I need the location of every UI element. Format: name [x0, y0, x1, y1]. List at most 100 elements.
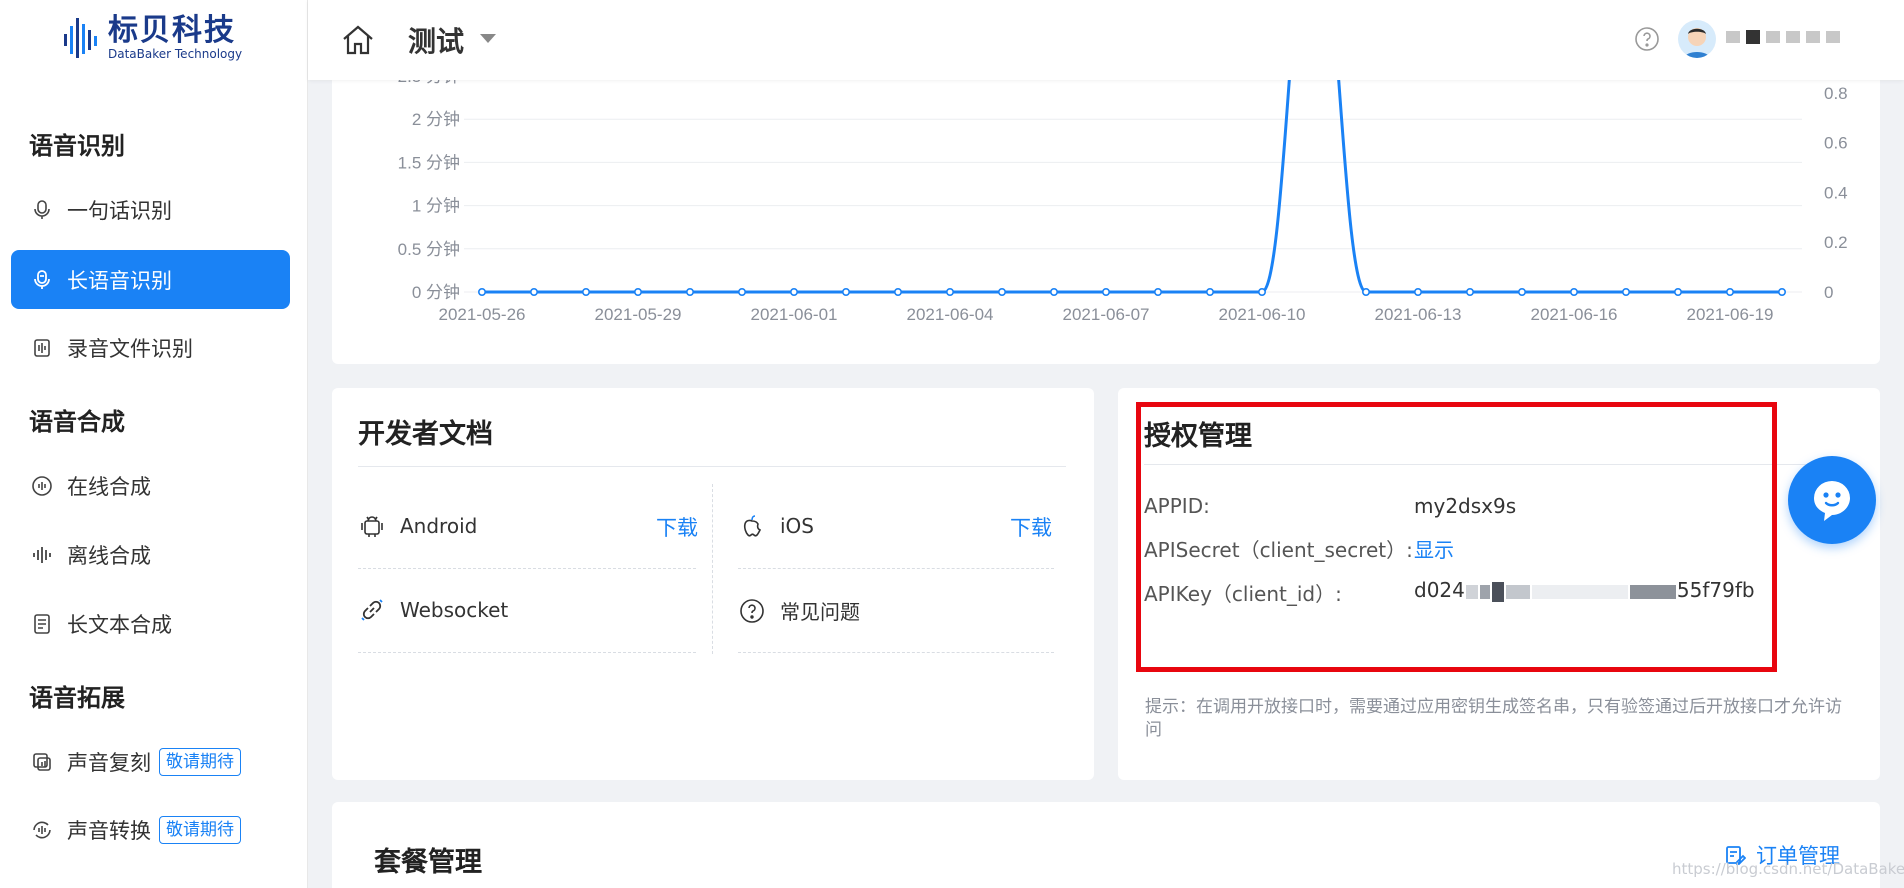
logo-waveform-icon: [64, 18, 97, 58]
home-icon[interactable]: [340, 22, 376, 58]
sidebar-item-label: 录音文件识别: [67, 336, 193, 361]
developer-docs-card: 开发者文档 Android 下载 iOS 下载 Websocket 常见问题: [332, 388, 1094, 780]
sidebar-item-label: 离线合成: [67, 543, 151, 568]
nav-section-asr: 语音识别: [29, 132, 125, 160]
highlight-box: [1136, 402, 1777, 672]
mic-icon: [29, 197, 55, 223]
data-point[interactable]: [1049, 288, 1058, 297]
x-tick-label: 2021-06-01: [751, 305, 838, 324]
project-selector[interactable]: 测试: [408, 20, 464, 60]
auth-hint: 提示：在调用开放接口时，需要通过应用密钥生成签名串，只有验签通过后开放接口才允许…: [1145, 697, 1842, 740]
data-point[interactable]: [1622, 288, 1631, 297]
sidebar-item-offline-tts[interactable]: 离线合成: [11, 525, 290, 584]
x-tick-label: 2021-06-10: [1219, 305, 1306, 324]
sidebar-item-sentence-asr[interactable]: 一句话识别: [11, 180, 290, 239]
usage-line-chart: 0 分钟0.5 分钟1 分钟1.5 分钟2 分钟2.5 分钟00.20.40.6…: [398, 64, 1848, 324]
y-left-tick-label: 0.5 分钟: [398, 240, 460, 259]
data-point[interactable]: [893, 288, 902, 297]
username-masked[interactable]: [1726, 22, 1866, 52]
data-point[interactable]: [997, 288, 1006, 297]
data-point[interactable]: [945, 288, 954, 297]
brand-logo[interactable]: 标贝科技 DataBaker Technology: [62, 14, 242, 62]
y-left-tick-label: 0 分钟: [412, 283, 460, 302]
sidebar-item-long-text-tts[interactable]: 长文本合成: [11, 594, 290, 653]
y-right-tick-label: 0.8: [1824, 84, 1848, 103]
ios-download-link[interactable]: 下载: [1010, 512, 1052, 542]
column-separator: [712, 484, 713, 654]
data-point[interactable]: [1726, 288, 1735, 297]
nav-section-ext: 语音拓展: [29, 684, 125, 712]
row-separator: [358, 652, 696, 653]
x-tick-label: 2021-05-29: [595, 305, 682, 324]
question-icon: [740, 598, 764, 623]
voice-copy-icon: [29, 749, 55, 775]
doc-item-label: 常见问题: [780, 600, 860, 624]
avatar[interactable]: [1678, 20, 1716, 58]
data-point[interactable]: [685, 288, 694, 297]
y-right-tick-label: 0.6: [1824, 134, 1848, 153]
doc-item-ios[interactable]: iOS: [738, 512, 814, 540]
sidebar-item-long-asr[interactable]: 长语音识别: [11, 250, 290, 309]
chat-bot-icon: [1814, 481, 1850, 521]
data-point[interactable]: [789, 288, 798, 297]
waveform-icon: [29, 542, 55, 568]
link-icon: [361, 599, 383, 621]
top-header: 测试: [308, 0, 1904, 80]
coming-soon-badge: 敬请期待: [159, 815, 241, 844]
online-tts-icon: [29, 473, 55, 499]
row-separator: [738, 652, 1054, 653]
data-point[interactable]: [841, 288, 850, 297]
data-point[interactable]: [1674, 288, 1683, 297]
data-point[interactable]: [1466, 288, 1475, 297]
sidebar-item-label: 声音复刻: [67, 750, 151, 775]
sidebar-item-file-asr[interactable]: 录音文件识别: [11, 318, 290, 377]
sidebar-item-label: 长语音识别: [67, 268, 172, 293]
chevron-down-icon[interactable]: [480, 34, 496, 43]
data-point[interactable]: [1570, 288, 1579, 297]
y-left-tick-label: 2 分钟: [412, 110, 460, 129]
y-right-tick-label: 0.2: [1824, 233, 1848, 252]
voice-convert-icon: [29, 817, 55, 843]
data-point[interactable]: [633, 288, 642, 297]
x-tick-label: 2021-06-04: [907, 305, 994, 324]
data-point[interactable]: [1778, 288, 1787, 297]
data-point[interactable]: [1205, 288, 1214, 297]
chat-assistant-button[interactable]: [1788, 456, 1876, 544]
doc-item-websocket[interactable]: Websocket: [358, 596, 508, 624]
docs-title: 开发者文档: [358, 419, 493, 450]
data-point[interactable]: [582, 288, 591, 297]
doc-item-android[interactable]: Android: [358, 512, 477, 540]
package-card: 套餐管理: [332, 802, 1880, 888]
series-line: [482, 64, 1782, 294]
file-audio-icon: [29, 335, 55, 361]
data-point[interactable]: [1257, 288, 1266, 297]
data-point[interactable]: [478, 288, 487, 297]
data-point[interactable]: [1518, 288, 1527, 297]
mic-wave-icon: [29, 267, 55, 293]
data-point[interactable]: [530, 288, 539, 297]
coming-soon-badge: 敬请期待: [159, 747, 241, 776]
data-point[interactable]: [1101, 288, 1110, 297]
brand-name-en: DataBaker Technology: [108, 47, 243, 61]
data-point[interactable]: [737, 288, 746, 297]
doc-item-faq[interactable]: 常见问题: [738, 596, 860, 625]
help-icon[interactable]: [1634, 26, 1660, 52]
x-tick-label: 2021-06-19: [1687, 305, 1774, 324]
sidebar-item-label: 声音转换: [67, 818, 151, 843]
apple-icon: [743, 515, 762, 537]
android-download-link[interactable]: 下载: [656, 512, 698, 542]
sidebar-item-online-tts[interactable]: 在线合成: [11, 456, 290, 515]
x-tick-label: 2021-05-26: [439, 305, 526, 324]
sidebar-item-voice-copy[interactable]: 声音复刻 敬请期待: [11, 732, 290, 791]
data-point[interactable]: [1362, 288, 1371, 297]
y-right-tick-label: 0.4: [1824, 183, 1848, 202]
sidebar: 标贝科技 DataBaker Technology 语音识别 一句话识别 长语音…: [0, 0, 308, 888]
sidebar-item-voice-convert[interactable]: 声音转换 敬请期待: [11, 800, 290, 859]
sidebar-item-label: 在线合成: [67, 474, 151, 499]
doc-item-label: iOS: [780, 514, 814, 538]
doc-item-label: Android: [400, 514, 478, 538]
sidebar-item-label: 长文本合成: [67, 612, 172, 637]
data-point[interactable]: [1153, 288, 1162, 297]
row-separator: [358, 568, 696, 569]
data-point[interactable]: [1414, 288, 1423, 297]
